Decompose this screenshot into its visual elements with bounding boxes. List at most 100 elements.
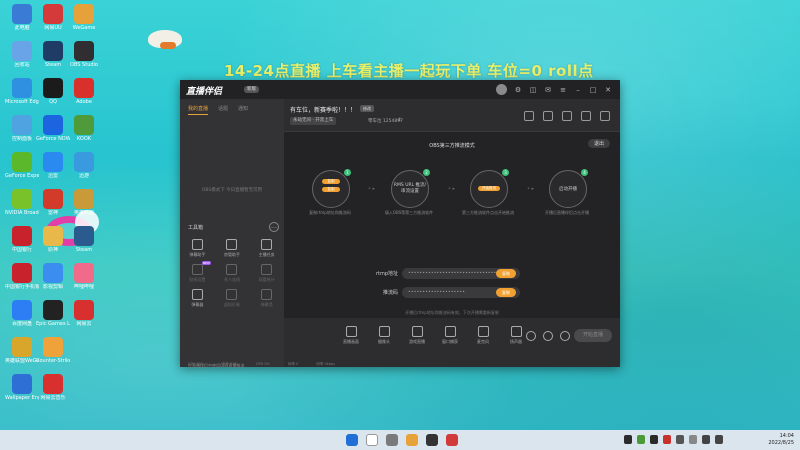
desktop-icon[interactable]: Wallpaper Engine — [5, 374, 39, 401]
control-button[interactable]: 摄像头 — [373, 326, 395, 345]
control-icon — [378, 326, 390, 337]
tray-nvidia-icon[interactable] — [637, 435, 645, 444]
desktop-icon[interactable]: Microsoft Edge — [5, 78, 39, 105]
file-explorer-icon[interactable] — [406, 434, 418, 446]
desktop-icon[interactable]: Adobe — [67, 78, 101, 105]
chart-icon[interactable] — [562, 111, 572, 121]
step-copy: 1 复制 复制 — [312, 169, 351, 208]
desktop-icon-label: 中国银行 — [11, 247, 32, 253]
tray-icon[interactable] — [650, 435, 658, 444]
netease-taskbar-icon[interactable] — [446, 434, 458, 446]
settings-icon[interactable]: ⚙ — [514, 86, 522, 94]
volume-icon[interactable] — [715, 435, 723, 444]
steam-taskbar-icon[interactable] — [426, 434, 438, 446]
tool-item[interactable]: 弹幕助手 — [180, 239, 215, 258]
tray-icon[interactable] — [676, 435, 684, 444]
desktop-icon[interactable]: GeForce Experience — [5, 152, 39, 179]
desktop-icon[interactable]: 回收站 — [5, 41, 39, 68]
desktop-icon[interactable]: 英雄联盟WeGame — [5, 337, 39, 364]
skin-icon[interactable]: ◫ — [529, 86, 537, 94]
desktop-icon[interactable]: 网易云 — [67, 300, 101, 327]
desktop-icon-label: 迅游 — [78, 173, 89, 179]
tab-notice[interactable]: 通知 — [238, 105, 248, 115]
desktop-icon[interactable]: KOOK — [67, 115, 101, 142]
copy-key-button[interactable]: 复制 — [496, 288, 516, 297]
record-icon[interactable] — [526, 331, 536, 341]
control-button[interactable]: 游戏直播 — [406, 326, 428, 345]
app-icon — [74, 115, 94, 135]
desktop-icon[interactable]: 雷神 — [36, 189, 70, 216]
desktop-icon[interactable]: 英雄联盟 — [67, 189, 101, 216]
edit-title-button[interactable]: 修改 — [360, 105, 374, 112]
copy-rtmp-button[interactable]: 复制 — [496, 269, 516, 278]
exit-mode-button[interactable]: 退出 — [587, 139, 610, 148]
desktop-icon[interactable]: 此电脑 — [5, 4, 39, 31]
desktop-icon[interactable]: Epic Games Launcher — [36, 300, 70, 327]
tool-item[interactable]: 房管助手 — [215, 239, 250, 258]
control-button[interactable]: 窗口捕获 — [439, 326, 461, 345]
tool-icon — [226, 239, 238, 250]
search-icon[interactable] — [366, 434, 378, 446]
desktop-icon[interactable]: WeGame — [67, 4, 101, 31]
control-button[interactable]: 麦克风 — [472, 326, 494, 345]
desktop-icon[interactable]: OBS Studio — [67, 41, 101, 68]
tool-item[interactable]: 观看统计 — [249, 264, 284, 283]
desktop-icon[interactable]: 原神 — [36, 226, 70, 253]
desktop-icon[interactable]: 迅雷 — [36, 152, 70, 179]
desktop-icon[interactable]: Steam — [36, 41, 70, 68]
close-icon[interactable]: ✕ — [604, 86, 612, 94]
tool-item[interactable]: 多人连线 — [215, 264, 250, 283]
tray-icon[interactable] — [663, 435, 671, 444]
minimize-icon[interactable]: – — [574, 86, 582, 94]
tool-item[interactable]: 主播任务 — [249, 239, 284, 258]
desktop-icon[interactable]: GeForce NOW — [36, 115, 70, 142]
desktop-icon-label: Epic Games Launcher — [36, 321, 70, 327]
taskview-icon[interactable] — [386, 434, 398, 446]
desktop-icon[interactable]: 中国银行手机银行 — [5, 263, 39, 290]
go-live-button[interactable]: 开始直播 — [574, 329, 612, 342]
tray-icon[interactable] — [689, 435, 697, 444]
desktop-icon[interactable]: 网易云音乐 — [36, 374, 70, 401]
desktop-icon[interactable]: 控制面板 — [5, 115, 39, 142]
toolbox-more-button[interactable]: … — [269, 222, 279, 232]
network-icon[interactable] — [702, 435, 710, 444]
menu-icon[interactable]: ≡ — [559, 86, 567, 94]
room-title: 有车位，新赛季啦！！！ — [290, 107, 357, 114]
version-badge[interactable]: 新版 — [244, 86, 259, 93]
app-icon — [12, 263, 32, 283]
tool-item[interactable]: 虚拟形象 — [215, 289, 250, 308]
desktop-icon[interactable]: NVIDIA Broadcast — [5, 189, 39, 216]
bell-icon[interactable] — [581, 111, 591, 121]
clock[interactable]: 14:04 2022/8/25 — [768, 433, 794, 447]
tab-my-live[interactable]: 我的直播 — [188, 105, 209, 115]
desktop-icon[interactable]: 哔哩哔哩 — [67, 263, 101, 290]
desktop-icon[interactable]: Steam — [67, 226, 101, 253]
desktop-icon[interactable]: 网易UU — [36, 4, 70, 31]
avatar[interactable] — [496, 84, 507, 95]
category-tag[interactable]: 永劫无间 · 开黑上车 — [290, 117, 337, 125]
main-panel: 有车位，新赛季啦！！！ 修改 永劫无间 · 开黑上车 零车位 1254897 4… — [284, 99, 620, 367]
tool-item[interactable]: 弹幕墙 — [249, 289, 284, 308]
app-logo: 直播伴侣 — [186, 87, 223, 97]
share-icon[interactable] — [600, 111, 610, 121]
desktop-icon[interactable]: 中国银行 — [5, 226, 39, 253]
tool-item[interactable]: 弹幕器 — [180, 289, 215, 308]
gift-icon[interactable] — [524, 111, 534, 121]
control-button[interactable]: 直播画面 — [340, 326, 362, 345]
desktop-icon[interactable]: Counter-Strike — [36, 337, 70, 364]
control-button[interactable]: 扬声器 — [505, 326, 527, 345]
shop-icon[interactable] — [543, 111, 553, 121]
tool-item[interactable]: NEW 贴纸设置 — [180, 261, 215, 283]
start-icon[interactable] — [346, 434, 358, 446]
desktop-icon[interactable]: 迅游 — [67, 152, 101, 179]
desktop-icon[interactable]: 影视剪辑 — [36, 263, 70, 290]
maximize-icon[interactable]: □ — [589, 86, 597, 94]
tray-app-icon[interactable] — [624, 435, 632, 444]
gear-icon[interactable] — [560, 331, 570, 341]
source-buttons: 直播画面 摄像头 游戏直播 窗口捕获 麦克风 扬声器 — [340, 326, 527, 345]
eye-icon[interactable] — [543, 331, 553, 341]
desktop-icon[interactable]: 百度网盘 — [5, 300, 39, 327]
message-icon[interactable]: ✉ — [544, 86, 552, 94]
tab-topic[interactable]: 话题 — [218, 105, 228, 115]
desktop-icon[interactable]: QQ — [36, 78, 70, 105]
